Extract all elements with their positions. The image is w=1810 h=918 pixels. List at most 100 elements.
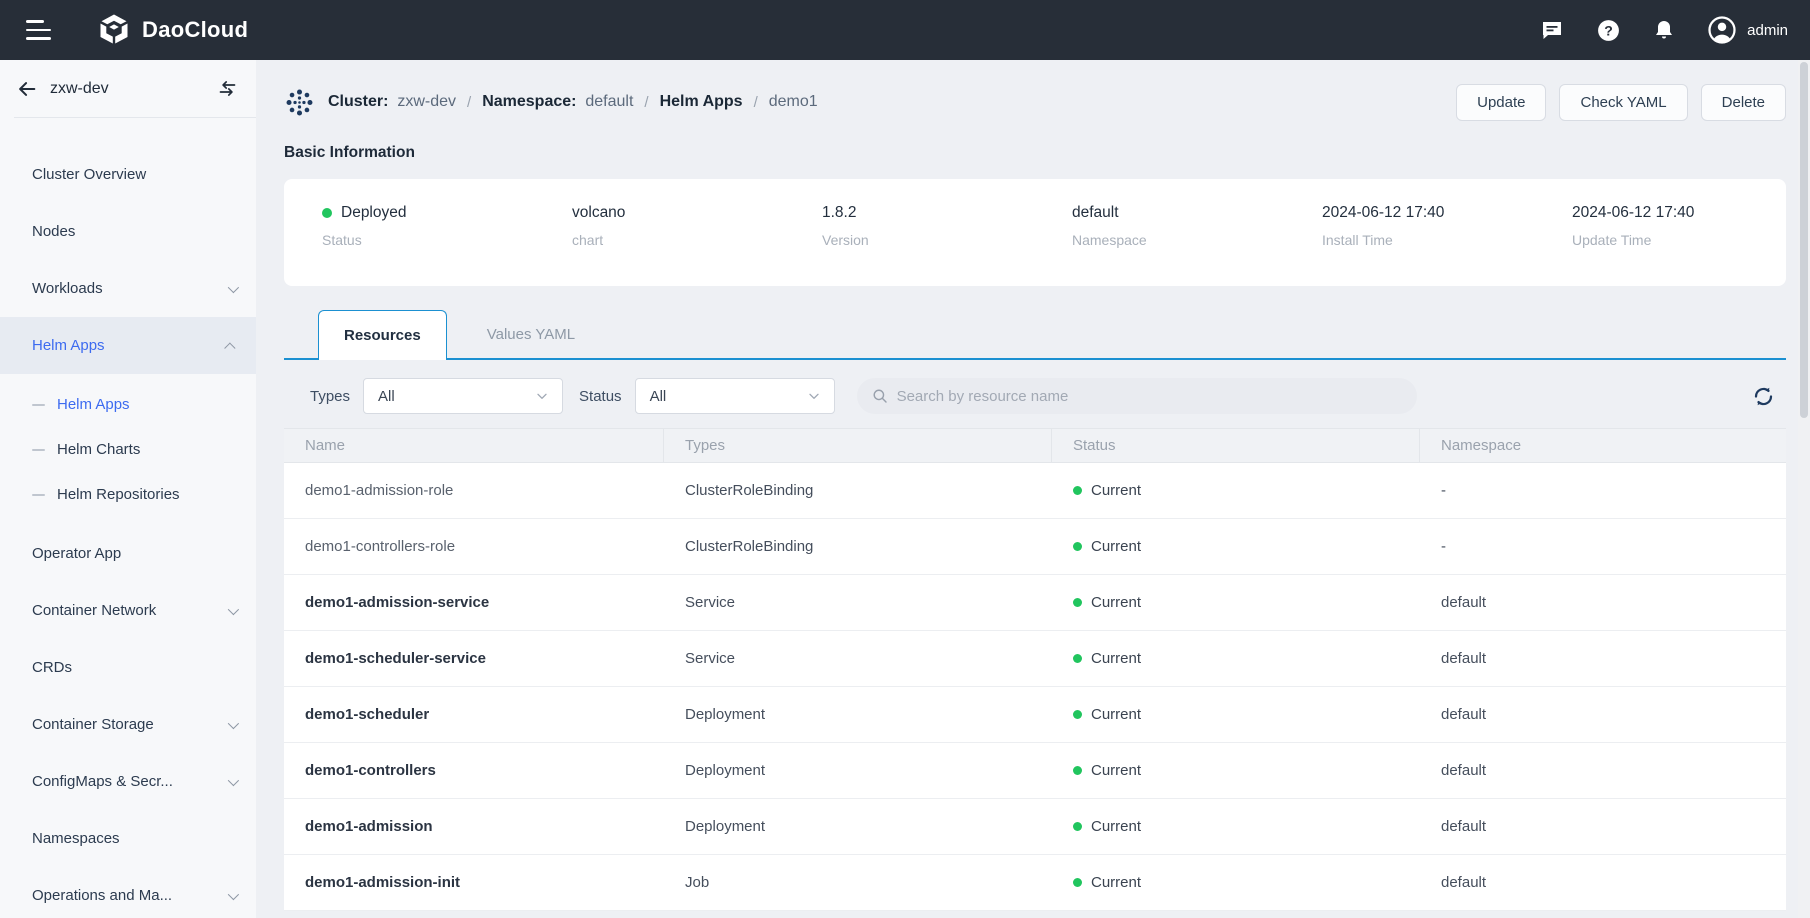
main-content: Cluster: zxw-dev / Namespace: default / … — [256, 60, 1798, 918]
notifications-bell-icon[interactable] — [1651, 17, 1677, 43]
user-menu[interactable]: admin — [1707, 15, 1788, 45]
status-cell: Current — [1052, 799, 1420, 854]
search-input[interactable] — [897, 388, 1403, 405]
resource-type: Job — [685, 874, 709, 891]
resource-name-link[interactable]: demo1-admission-init — [305, 874, 460, 891]
resource-name-link[interactable]: demo1-admission — [305, 818, 433, 835]
sidebar-item[interactable]: Helm Charts — [0, 427, 256, 472]
sidebar-item[interactable]: Container Storage — [0, 696, 256, 753]
breadcrumb-cluster-value[interactable]: zxw-dev — [397, 93, 456, 111]
breadcrumb-namespace-label: Namespace: — [482, 93, 576, 111]
messages-icon[interactable] — [1539, 17, 1565, 43]
sidebar-item[interactable]: Workloads — [0, 260, 256, 317]
sidebar-item-label: Workloads — [32, 280, 103, 297]
avatar-icon — [1707, 15, 1737, 45]
refresh-icon[interactable] — [1751, 384, 1776, 409]
resource-name-link[interactable]: demo1-scheduler-service — [305, 650, 486, 667]
info-field-label: Install Time — [1322, 232, 1572, 248]
sub-item-dash-icon — [32, 449, 45, 451]
resource-type: Deployment — [685, 818, 765, 835]
sidebar-item[interactable]: Helm Repositories — [0, 472, 256, 517]
switch-cluster-icon[interactable] — [217, 78, 238, 99]
status-cell: Current — [1052, 855, 1420, 910]
table-row: demo1-scheduler Deployment Current defau… — [284, 687, 1786, 743]
status-cell: Current — [1052, 631, 1420, 686]
resource-name-link[interactable]: demo1-admission-role — [305, 482, 453, 499]
sidebar-item[interactable]: Namespaces — [0, 810, 256, 867]
sidebar-item[interactable]: Operations and Ma... — [0, 867, 256, 918]
status-dot — [1073, 822, 1082, 831]
sidebar-item-label: ConfigMaps & Secr... — [32, 773, 173, 790]
resource-namespace: - — [1441, 482, 1446, 499]
namespace-cell: - — [1420, 463, 1786, 518]
sidebar-item-label: Container Storage — [32, 716, 154, 733]
resource-namespace: default — [1441, 818, 1486, 835]
sidebar: zxw-dev Cluster Overview Nodes — [0, 60, 256, 918]
name-cell: demo1-controllers — [284, 743, 664, 798]
info-field-value: volcano — [572, 204, 822, 222]
info-field-label: chart — [572, 232, 822, 248]
back-arrow-icon[interactable] — [16, 78, 38, 100]
scrollbar-thumb[interactable] — [1800, 62, 1808, 418]
resource-namespace: default — [1441, 650, 1486, 667]
status-select[interactable]: All — [635, 378, 835, 414]
sidebar-item[interactable]: Helm Apps — [0, 382, 256, 427]
sidebar-item[interactable]: Helm Apps — [0, 317, 256, 374]
sidebar-item-label: Cluster Overview — [32, 166, 146, 183]
sidebar-item[interactable]: Container Network — [0, 582, 256, 639]
status-text: Current — [1091, 538, 1141, 555]
help-icon[interactable]: ? — [1595, 17, 1621, 43]
info-field-value: 1.8.2 — [822, 204, 1072, 222]
page-scrollbar[interactable] — [1798, 60, 1810, 918]
resource-namespace: default — [1441, 706, 1486, 723]
update-button[interactable]: Update — [1456, 84, 1546, 121]
type-cell: Deployment — [664, 687, 1052, 742]
table-row: demo1-admission-role ClusterRoleBinding … — [284, 463, 1786, 519]
resource-type: Service — [685, 594, 735, 611]
resource-type: Deployment — [685, 762, 765, 779]
sidebar-item[interactable]: CRDs — [0, 639, 256, 696]
sidebar-item-label: Operator App — [32, 545, 121, 562]
resource-namespace: default — [1441, 874, 1486, 891]
status-cell: Current — [1052, 519, 1420, 574]
sidebar-item[interactable]: Cluster Overview — [0, 146, 256, 203]
sidebar-item-label: Helm Repositories — [57, 486, 180, 503]
types-filter-label: Types — [310, 388, 350, 405]
delete-button[interactable]: Delete — [1701, 84, 1786, 121]
type-cell: Job — [664, 855, 1052, 910]
brand[interactable]: DaoCloud — [96, 12, 248, 48]
check-yaml-button[interactable]: Check YAML — [1559, 84, 1687, 121]
menu-icon[interactable] — [26, 20, 52, 40]
daocloud-logo-icon — [96, 12, 132, 48]
chevron-icon — [228, 281, 239, 292]
status-dot — [1073, 654, 1082, 663]
sidebar-item[interactable]: ConfigMaps & Secr... — [0, 753, 256, 810]
status-dot — [1073, 710, 1082, 719]
types-select[interactable]: All — [363, 378, 563, 414]
status-cell: Current — [1052, 743, 1420, 798]
tab-resources[interactable]: Resources — [318, 310, 447, 360]
resource-name-link[interactable]: demo1-admission-service — [305, 594, 489, 611]
resource-name-link[interactable]: demo1-controllers — [305, 762, 436, 779]
chevron-down-icon — [534, 388, 550, 404]
sidebar-item[interactable]: Nodes — [0, 203, 256, 260]
sidebar-item[interactable]: Operator App — [0, 525, 256, 582]
column-header[interactable]: Types — [664, 429, 1052, 462]
table-row: demo1-controllers Deployment Current def… — [284, 743, 1786, 799]
info-field-value: default — [1072, 204, 1322, 222]
breadcrumb-section[interactable]: Helm Apps — [660, 93, 743, 111]
resource-name-link[interactable]: demo1-scheduler — [305, 706, 429, 723]
table-row: demo1-controllers-role ClusterRoleBindin… — [284, 519, 1786, 575]
breadcrumb-namespace-value[interactable]: default — [585, 93, 633, 111]
status-dot — [1073, 542, 1082, 551]
tab-values-yaml[interactable]: Values YAML — [447, 310, 615, 358]
column-header[interactable]: Status — [1052, 429, 1420, 462]
status-cell: Current — [1052, 463, 1420, 518]
basic-information-title: Basic Information — [284, 144, 1786, 162]
column-header[interactable]: Namespace — [1420, 429, 1786, 462]
column-header[interactable]: Name — [284, 429, 664, 462]
info-field: volcano chart — [572, 204, 822, 286]
status-dot — [1073, 486, 1082, 495]
resource-name-link[interactable]: demo1-controllers-role — [305, 538, 455, 555]
table-row: demo1-scheduler-service Service Current … — [284, 631, 1786, 687]
